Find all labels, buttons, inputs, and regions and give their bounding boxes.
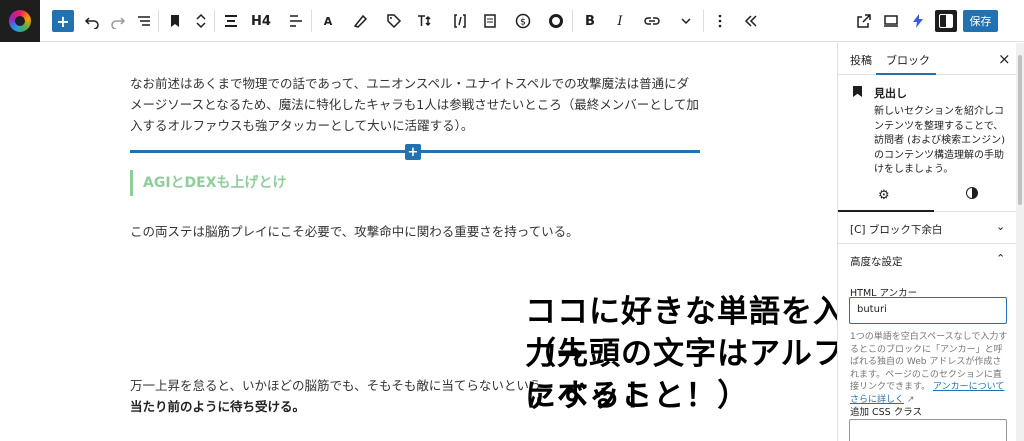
css-class-input[interactable] [849, 419, 1007, 441]
doc-icon[interactable] [479, 9, 501, 33]
css-class-label: 追加 CSS クラス [850, 407, 923, 418]
sidebar-tabs: 投稿 ブロック × [838, 43, 1016, 75]
preview-icon[interactable] [880, 9, 902, 33]
redo-icon[interactable] [107, 9, 129, 33]
link-icon[interactable] [641, 9, 663, 33]
add-block-button[interactable]: + [52, 10, 74, 32]
settings-sidebar: 投稿 ブロック × 見出し 新しいセクションを紹介しコンテンツを整理することで、… [837, 43, 1016, 441]
paragraph-block[interactable]: この両ステは脳筋プレイにこそ必要で、攻撃命中に関わる重要さを持っている。 [130, 221, 700, 242]
paragraph-text: 万一上昇を怠ると、いかほどの脳筋でも、そもそも敵に当てらないという [130, 378, 542, 393]
options-icon[interactable] [709, 9, 731, 33]
chevron-down-icon[interactable] [675, 9, 697, 33]
text-align-icon[interactable] [285, 9, 307, 33]
block-inserter-button[interactable]: + [405, 144, 421, 160]
bold-button[interactable]: B [579, 9, 601, 33]
tag-icon[interactable] [383, 9, 405, 33]
circle-icon[interactable] [545, 9, 567, 33]
align-icon[interactable] [220, 9, 242, 33]
spacing-panel[interactable]: [C] ブロック下余白 ⌄ [838, 212, 1016, 244]
svg-text:$: $ [520, 18, 526, 28]
block-title: 見出し [874, 87, 907, 100]
paragraph-block[interactable]: なお前述はあくまで物理での話であって、ユニオンスペル・ユナイトスペルでの攻撃魔法… [130, 73, 700, 136]
advanced-panel: 高度な設定 ⌃ HTML アンカー buturi 1つの単語を空白スペースなしで… [838, 244, 1016, 441]
style-tabs: ⚙ [838, 178, 1016, 212]
contrast-icon[interactable] [966, 187, 978, 199]
gear-icon[interactable]: ⚙ [878, 188, 890, 203]
lightning-icon[interactable] [907, 9, 929, 33]
save-button[interactable]: 保存 [963, 10, 998, 32]
chevron-down-icon[interactable]: ⌄ [996, 220, 1005, 233]
list-view-icon[interactable] [133, 9, 155, 33]
line-height-icon[interactable] [413, 9, 435, 33]
editor-toolbar: + H4 A $ B I 保存 [0, 0, 1024, 42]
highlight-icon[interactable] [349, 9, 371, 33]
site-logo[interactable] [0, 0, 40, 42]
active-tab-indicator [876, 73, 936, 75]
logo-icon [9, 10, 31, 32]
anchor-help-text: 1つの単語を空白スペースなしで入力するとこのブロックに「アンカー」と呼ばれる独自… [850, 332, 1008, 405]
close-icon[interactable]: × [998, 50, 1011, 68]
block-description: 新しいセクションを紹介しコンテンツを整理することで、訪問者 (および検索エンジン… [874, 106, 1005, 175]
undo-icon[interactable] [81, 9, 103, 33]
dollar-icon[interactable]: $ [512, 9, 534, 33]
tab-post[interactable]: 投稿 [850, 52, 872, 68]
text-color-button[interactable]: A [317, 9, 339, 33]
paragraph-bold-text: 当たり前のように待ち受ける。 [130, 399, 306, 414]
sidebar-toggle-icon[interactable] [935, 10, 957, 32]
chevron-up-icon[interactable]: ⌃ [996, 252, 1005, 265]
html-anchor-input[interactable]: buturi [849, 297, 1007, 324]
annotation-line: にすること！） [525, 378, 750, 414]
move-icon[interactable] [190, 9, 212, 33]
bookmark-icon[interactable] [164, 9, 186, 33]
scrollbar-thumb[interactable] [1018, 55, 1022, 205]
heading-block[interactable]: AGIとDEXも上げとけ [130, 170, 287, 196]
collapse-icon[interactable] [740, 9, 762, 33]
panel-title: [C] ブロック下余白 [850, 224, 943, 236]
heading-level-button[interactable]: H4 [250, 9, 272, 33]
external-icon[interactable] [853, 9, 875, 33]
italic-button[interactable]: I [609, 9, 631, 33]
shortcode-icon[interactable] [449, 9, 471, 33]
bookmark-icon [853, 86, 862, 97]
panel-title[interactable]: 高度な設定 [850, 254, 903, 269]
tab-block[interactable]: ブロック [886, 52, 930, 68]
editor-canvas[interactable]: なお前述はあくまで物理での話であって、ユニオンスペル・ユナイトスペルでの攻撃魔法… [0, 43, 844, 441]
